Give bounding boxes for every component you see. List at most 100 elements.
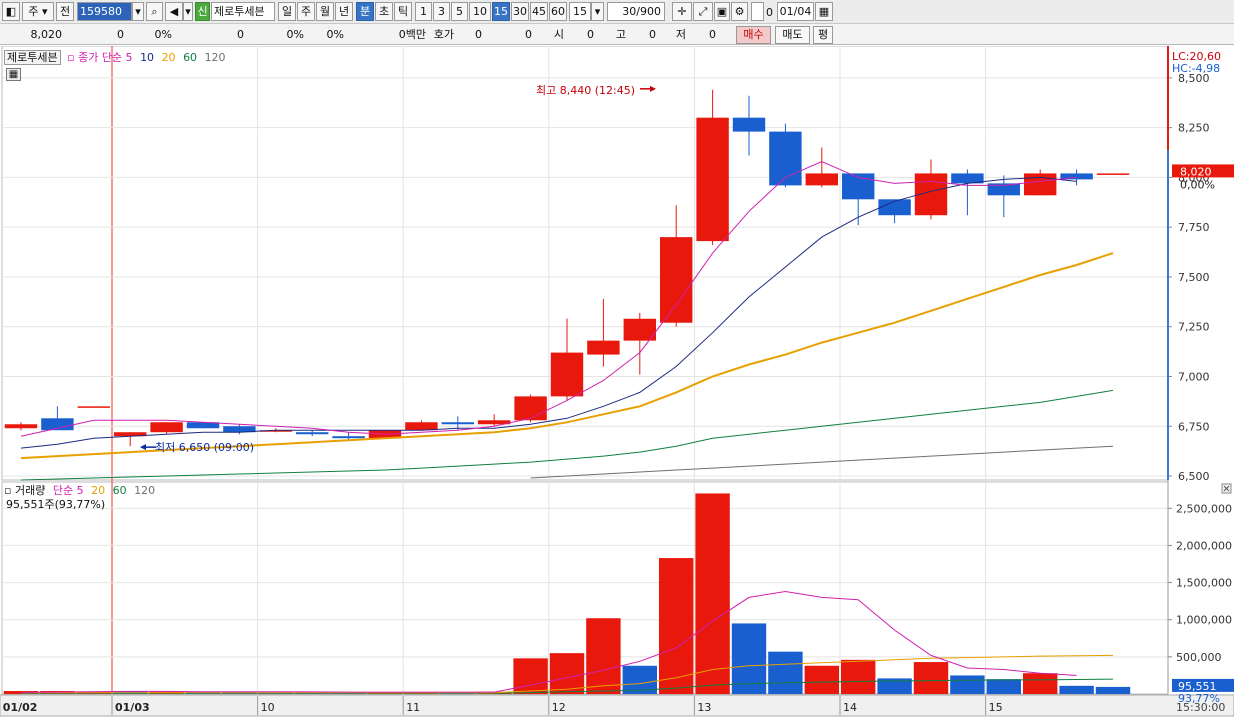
quote-change-pct: 0% [154, 28, 172, 41]
quote-hoga-label: 호가 [433, 28, 454, 41]
stock-name: 제로투세븐 [211, 2, 275, 21]
quote-v2-pct: 0% [326, 28, 344, 41]
search-icon[interactable]: ⌕ [146, 2, 163, 21]
volume-bar [659, 558, 694, 694]
minute-45[interactable]: 45 [530, 2, 548, 21]
period-tick[interactable]: 틱 [394, 2, 412, 21]
period-year[interactable]: 년 [335, 2, 353, 21]
price-tick-label: 7,250 [1178, 321, 1210, 334]
price-tick-label: 8,250 [1178, 122, 1210, 135]
count-input[interactable]: 30/900 [607, 2, 665, 21]
buy-button[interactable]: 매수 [736, 26, 771, 44]
period-month[interactable]: 월 [316, 2, 334, 21]
quote-hoga2: 0 [525, 28, 532, 41]
candle-body [4, 424, 38, 429]
x-tick-label: 12 [552, 701, 566, 714]
volume-bar [804, 665, 839, 694]
avg-button[interactable]: 평 [813, 26, 833, 44]
x-tick-label: 10 [261, 701, 275, 714]
chevron-down-icon[interactable]: ▾ [132, 2, 144, 21]
last-change-label: 0,00% [1180, 178, 1215, 191]
minute-3[interactable]: 3 [433, 2, 450, 21]
minute-15[interactable]: 15 [492, 2, 510, 21]
volume-bar [950, 675, 985, 694]
volume-bar [513, 658, 548, 694]
volume-bar [1059, 685, 1094, 694]
minute-1[interactable]: 1 [415, 2, 432, 21]
speaker-icon[interactable]: ◀ [165, 2, 183, 21]
legend-ma10: 10 [140, 51, 155, 64]
price-tick-label: 7,000 [1178, 370, 1210, 383]
minute-60[interactable]: 60 [549, 2, 567, 21]
period-week[interactable]: 주 [297, 2, 315, 21]
volume-bar [768, 651, 803, 694]
candle-body [587, 340, 620, 355]
candle-body [296, 432, 329, 435]
legend-vol-square: ▫ [4, 484, 12, 497]
x-tick-label: 11 [406, 701, 420, 714]
volume-bar [1095, 686, 1131, 694]
legend-vol-ma5: 단순 5 [52, 484, 84, 497]
crosshair-icon[interactable]: ✛ [672, 2, 692, 21]
period-day[interactable]: 일 [278, 2, 296, 21]
quote-trade-value: 0백만 [398, 28, 426, 41]
candle-body [1024, 173, 1057, 196]
x-tick-label: 15 [989, 701, 1003, 714]
candle-body [332, 436, 365, 439]
candle-body [660, 237, 693, 323]
minute-input[interactable]: 15 [569, 2, 591, 21]
price-tick-label: 7,750 [1178, 221, 1210, 234]
layout-icon[interactable]: ◧ [2, 2, 20, 21]
volume-bar [1023, 673, 1058, 694]
chevron-down-icon[interactable]: ▾ [183, 2, 193, 21]
legend-ma5: 종가 단순 5 [78, 51, 133, 64]
quote-open-label: 시 [553, 28, 564, 41]
legend-vol-ma60: 60 [112, 484, 127, 497]
period-second[interactable]: 초 [375, 2, 393, 21]
candle-body [77, 406, 110, 408]
line-tool-icon[interactable]: ⤢ [693, 2, 713, 21]
minute-10[interactable]: 10 [469, 2, 491, 21]
candle-body [732, 117, 766, 132]
minute-5[interactable]: 5 [451, 2, 468, 21]
mode-select[interactable]: 주 ▾ [22, 2, 54, 21]
stock-code-input[interactable]: 159580 [77, 2, 132, 21]
minute-30[interactable]: 30 [511, 2, 529, 21]
high-annotation: 최고 8,440 (12:45) [536, 84, 635, 97]
legend-volume: 거래량 [14, 484, 46, 497]
table-grid-icon[interactable]: ▦ [6, 68, 21, 81]
calendar-icon[interactable]: ▦ [815, 2, 833, 21]
quote-open: 0 [587, 28, 594, 41]
mode-label: 주 [28, 5, 39, 18]
checkbox[interactable] [751, 2, 764, 21]
quote-high: 0 [649, 28, 656, 41]
last-ratio-label: 93,77% [1178, 692, 1220, 705]
sell-button[interactable]: 매도 [775, 26, 810, 44]
volume-tick-label: 2,000,000 [1176, 539, 1232, 552]
quote-change: 0 [117, 28, 124, 41]
price-volume-chart[interactable]: 01/02 01/03 10 11 12 13 14 15 15:30:006,5006,750… [0, 46, 1234, 717]
legend-vol-ma20: 20 [91, 484, 106, 497]
date-input[interactable]: 01/04 [777, 2, 814, 21]
checkbox-label: 0 [766, 6, 773, 19]
quote-low-label: 저 [675, 28, 686, 41]
chart-background [0, 46, 1234, 717]
price-legend: 제로투세븐 ▫ 종가 단순 5 10 20 60 120 [4, 50, 226, 65]
new-badge: 신 [195, 2, 210, 21]
candle-body [514, 396, 547, 421]
low-annotation: 최저 6,650 (09:00) [155, 441, 254, 454]
volume-tick-label: 1,500,000 [1176, 577, 1232, 590]
save-icon[interactable]: ▣ [714, 2, 730, 21]
last-price-label: 8,020 [1180, 165, 1212, 178]
price-tick-label: 7,500 [1178, 271, 1210, 284]
gear-icon[interactable]: ⚙ [731, 2, 748, 21]
period-minute[interactable]: 분 [356, 2, 374, 21]
chevron-down-icon[interactable]: ▾ [591, 2, 604, 21]
candle-body [150, 422, 183, 433]
legend-ma-square: ▫ [67, 51, 75, 64]
x-tick-label: 13 [697, 701, 711, 714]
price-tick-label: 6,500 [1178, 470, 1210, 483]
prev-button[interactable]: 전 [56, 2, 74, 21]
hc-label: HC:-4,98 [1172, 62, 1220, 75]
legend-stock-tag: 제로투세븐 [4, 50, 61, 65]
